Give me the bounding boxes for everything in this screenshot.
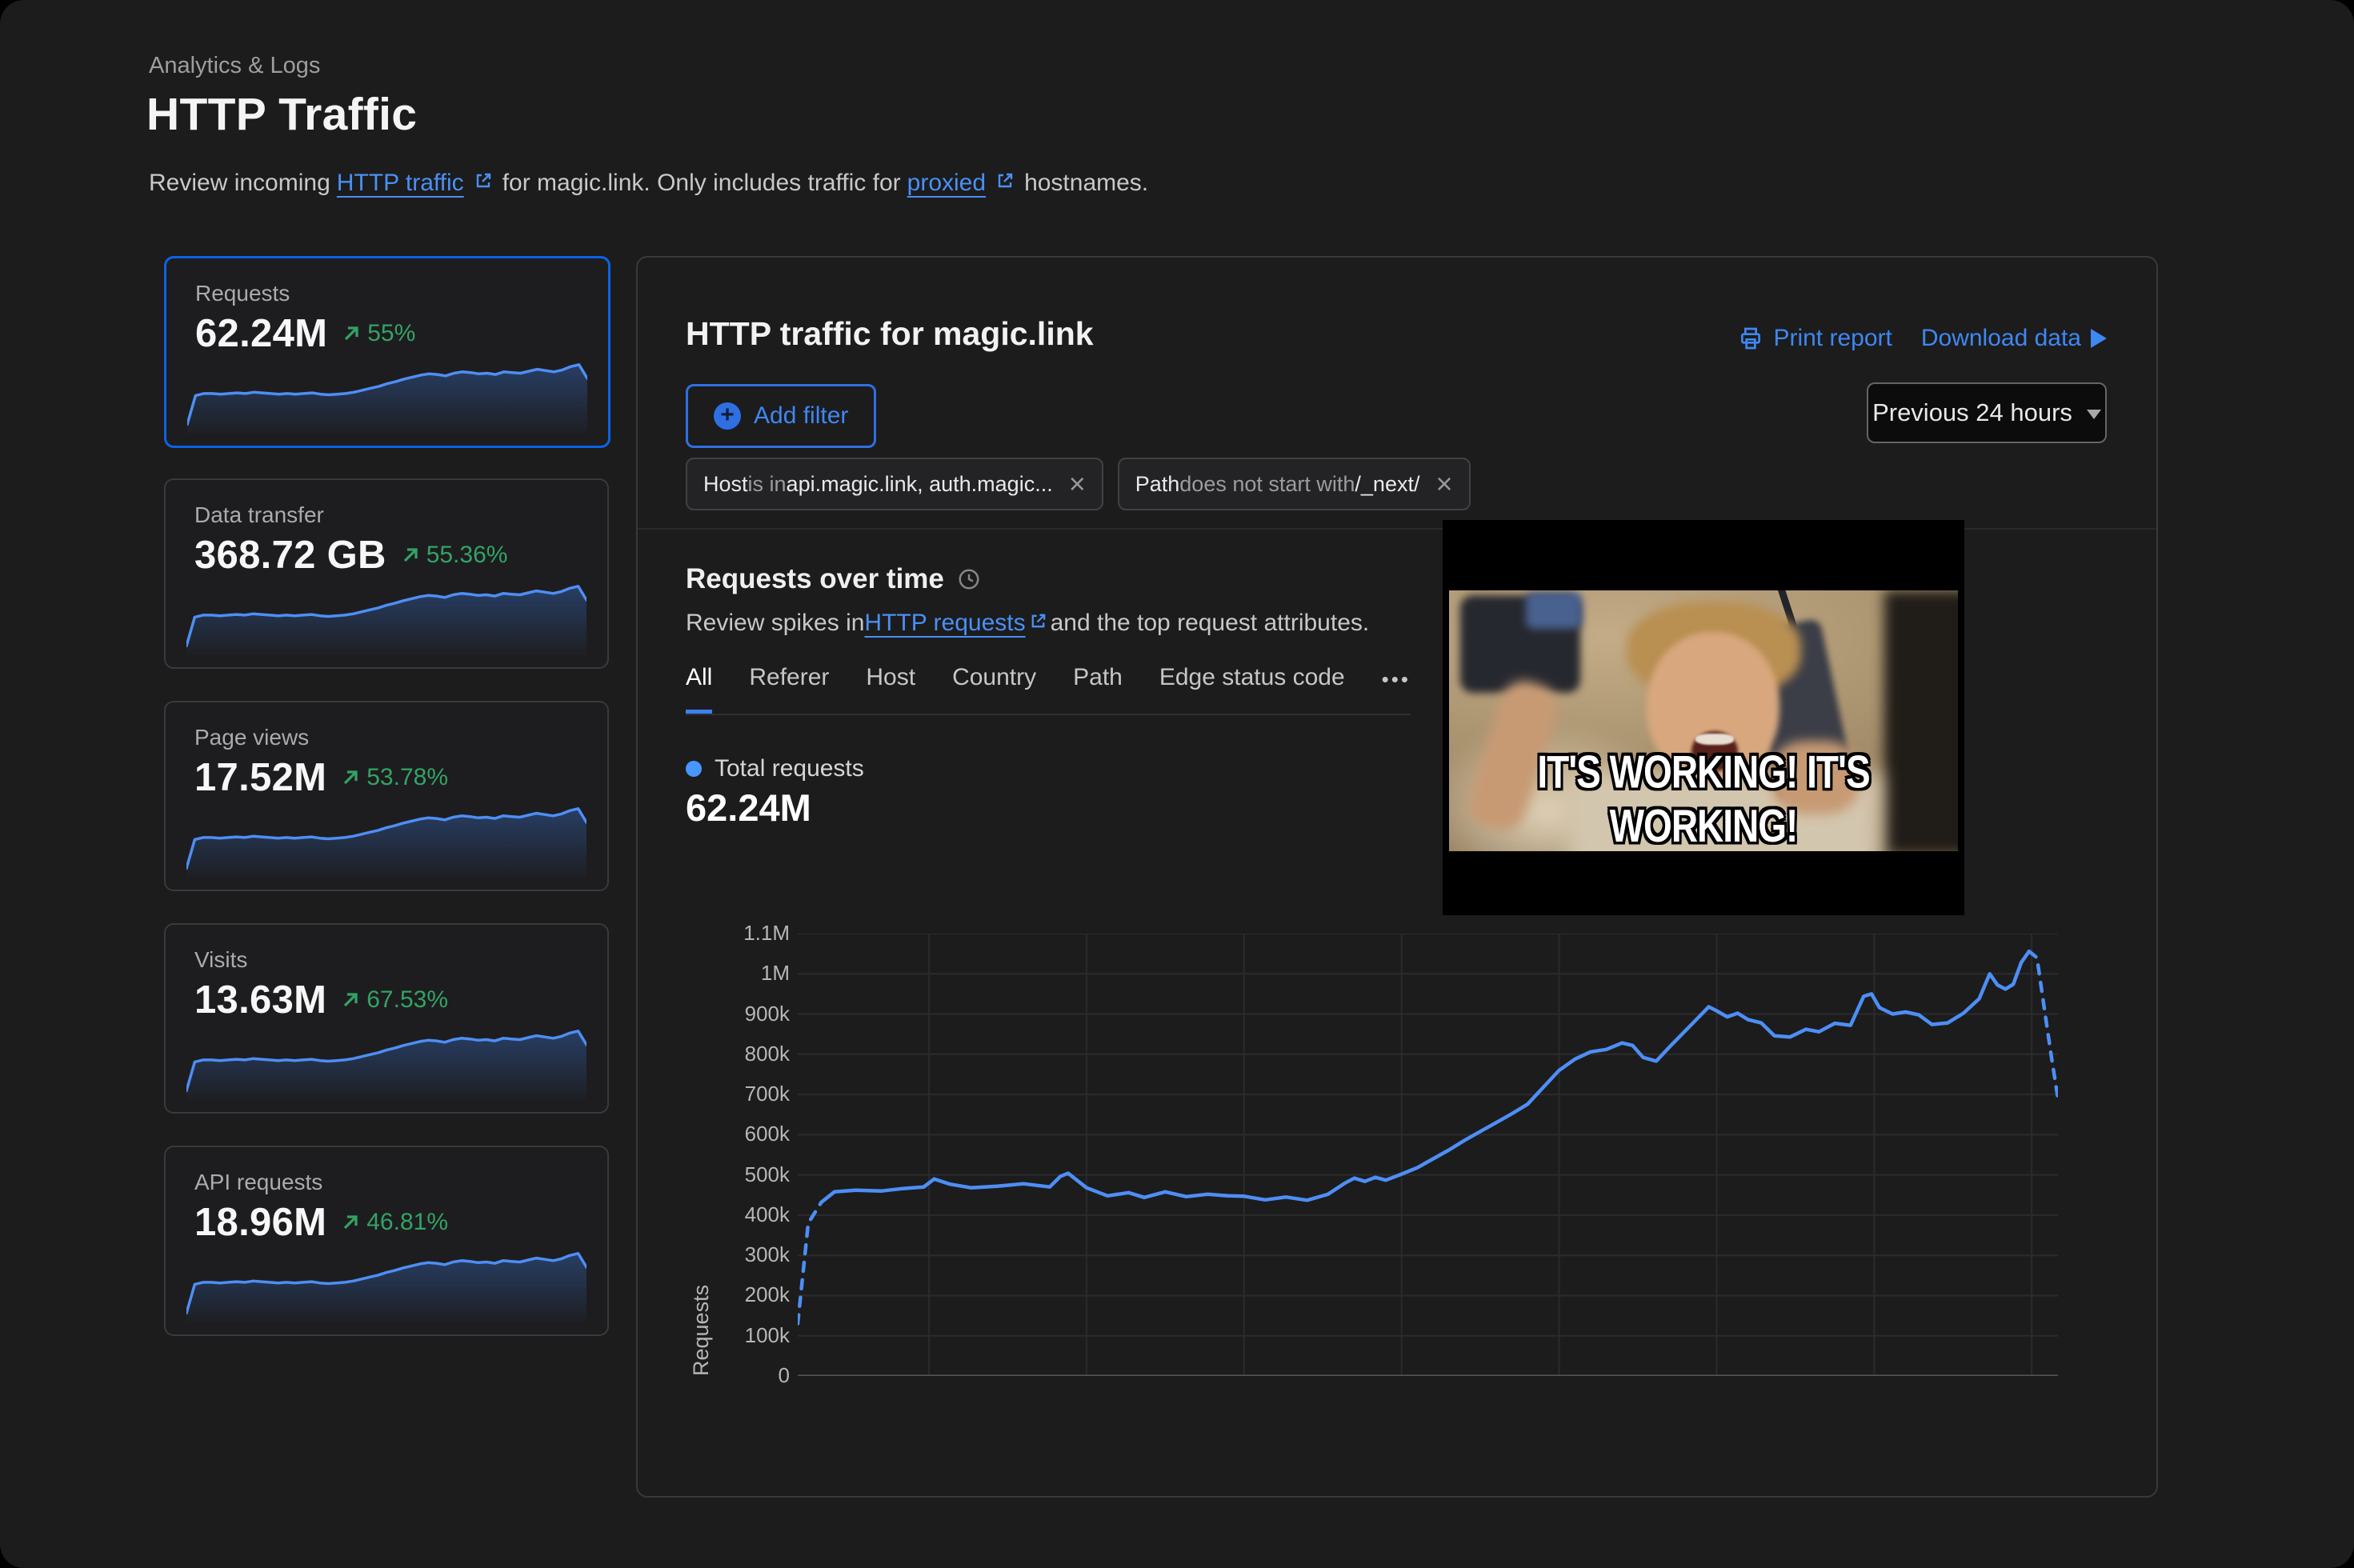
- app-surface: Analytics & Logs HTTP Traffic Review inc…: [0, 0, 2354, 1568]
- meme-image: IT'S WORKING! IT'S WORKING!: [1443, 520, 1964, 915]
- http-traffic-panel: HTTP traffic for magic.link Print report…: [636, 256, 2158, 1498]
- y-tick-label: 1M: [760, 961, 790, 986]
- trend-up-icon: [344, 1215, 358, 1230]
- breadcrumb: Analytics & Logs: [149, 53, 321, 78]
- panel-title: HTTP traffic for magic.link: [686, 315, 1094, 352]
- desc-text-1: Review incoming: [149, 170, 330, 196]
- y-tick-label: 200k: [744, 1282, 790, 1307]
- y-tick-label: 1.1M: [743, 921, 790, 945]
- external-link-icon: [1029, 610, 1047, 637]
- chevron-down-icon: [2086, 410, 2101, 419]
- trend-up-icon: [345, 326, 358, 341]
- metric-label: Visits: [194, 947, 248, 972]
- metric-label: Requests: [195, 281, 290, 306]
- sparkline-chart: [187, 363, 587, 434]
- y-tick-label: 500k: [744, 1162, 790, 1186]
- close-icon[interactable]: ×: [1435, 470, 1452, 498]
- metric-change: 53.78%: [339, 764, 448, 791]
- download-data-button[interactable]: Download data: [1921, 325, 2107, 352]
- filter-chip-path[interactable]: Path does not start with /_next/ ×: [1117, 458, 1471, 510]
- metric-card-requests[interactable]: Requests 62.24M 55%: [164, 256, 611, 448]
- print-report-button[interactable]: Print report: [1738, 325, 1892, 352]
- close-icon[interactable]: ×: [1069, 470, 1086, 498]
- trend-up-icon: [403, 548, 418, 562]
- y-tick-label: 700k: [744, 1082, 790, 1106]
- metric-value: 368.72 GB: [194, 534, 386, 577]
- metric-label: Page views: [194, 725, 310, 750]
- tab-edge-status-code[interactable]: Edge status code: [1159, 664, 1345, 714]
- legend-dot-icon: [686, 761, 702, 777]
- proxied-link[interactable]: proxied: [907, 170, 986, 197]
- y-tick-label: 900k: [744, 1001, 790, 1026]
- tab-path[interactable]: Path: [1073, 664, 1123, 714]
- external-link-icon: [474, 170, 493, 197]
- section-description: Review spikes in HTTP requests and the t…: [686, 610, 1370, 637]
- y-tick-label: 800k: [744, 1041, 790, 1066]
- metric-change: 46.81%: [339, 1209, 448, 1236]
- metric-card-data-transfer[interactable]: Data transfer 368.72 GB 55.36%: [164, 478, 609, 669]
- metric-value: 62.24M: [195, 312, 328, 355]
- y-tick-label: 600k: [744, 1122, 790, 1146]
- attribute-tabs: All Referer Host Country Path Edge statu…: [686, 664, 1411, 715]
- metric-value: 18.96M: [194, 1201, 327, 1244]
- metric-value: 13.63M: [194, 978, 327, 1022]
- metric-card-visits[interactable]: Visits 13.63M 67.53%: [164, 923, 609, 1114]
- requests-over-time-chart: [798, 934, 2058, 1376]
- metric-card-api-requests[interactable]: API requests 18.96M 46.81%: [164, 1146, 609, 1336]
- tab-referer[interactable]: Referer: [749, 664, 829, 714]
- tab-more[interactable]: •••: [1382, 664, 1411, 714]
- y-tick-label: 300k: [744, 1242, 790, 1267]
- desc-text-2: for magic.link. Only includes traffic fo…: [502, 170, 901, 196]
- page-title: HTTP Traffic: [146, 89, 418, 140]
- external-link-icon: [995, 170, 1015, 197]
- page-description: Review incoming HTTP traffic for magic.l…: [149, 170, 1148, 197]
- clock-icon: [959, 569, 979, 590]
- printer-icon: [1741, 327, 1761, 350]
- http-traffic-link[interactable]: HTTP traffic: [337, 170, 464, 197]
- tab-host[interactable]: Host: [866, 664, 915, 714]
- y-tick-label: 100k: [744, 1322, 790, 1347]
- legend-label: Total requests: [715, 755, 864, 782]
- chart-legend: Total requests: [686, 755, 864, 782]
- sparkline-chart: [186, 1252, 586, 1323]
- sparkline-chart: [186, 1030, 586, 1101]
- metric-change: 55%: [340, 320, 415, 347]
- total-requests-value: 62.24M: [686, 786, 811, 829]
- http-requests-link[interactable]: HTTP requests: [864, 610, 1025, 637]
- y-axis-title: Requests: [689, 1284, 713, 1376]
- metric-card-page-views[interactable]: Page views 17.52M 53.78%: [164, 701, 609, 891]
- time-range-dropdown[interactable]: Previous 24 hours: [1867, 382, 2107, 443]
- metric-value: 17.52M: [194, 756, 327, 799]
- y-tick-label: 0: [778, 1363, 790, 1387]
- sparkline-chart: [186, 585, 586, 656]
- play-icon: [2091, 329, 2107, 348]
- plus-icon: +: [714, 402, 741, 430]
- trend-up-icon: [344, 993, 358, 1007]
- metric-change: 67.53%: [339, 986, 448, 1014]
- metric-label: API requests: [194, 1170, 323, 1194]
- section-title: Requests over time: [686, 563, 981, 595]
- sparkline-chart: [186, 807, 586, 878]
- tab-country[interactable]: Country: [952, 664, 1036, 714]
- filter-chip-host[interactable]: Host is in api.magic.link, auth.magic...…: [686, 458, 1103, 510]
- trend-up-icon: [344, 770, 358, 785]
- metric-change: 55.36%: [399, 542, 507, 569]
- add-filter-button[interactable]: + Add filter: [686, 384, 877, 448]
- tab-all[interactable]: All: [686, 664, 713, 714]
- y-tick-label: 400k: [744, 1202, 790, 1226]
- desc-text-3: hostnames.: [1024, 170, 1149, 196]
- metric-label: Data transfer: [194, 502, 324, 527]
- meme-caption: IT'S WORKING! IT'S WORKING!: [1537, 745, 1870, 852]
